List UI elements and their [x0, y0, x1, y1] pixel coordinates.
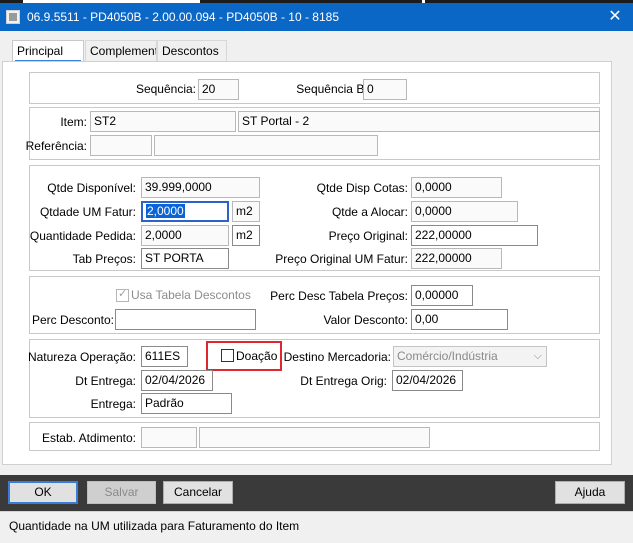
preco-original-um-fatur-label: Preço Original UM Fatur: [275, 252, 408, 266]
natureza-operacao-field[interactable]: 611ES [141, 346, 188, 367]
referencia-desc-field[interactable] [154, 135, 378, 156]
entrega-label: Entrega: [90, 397, 136, 411]
quantidade-pedida-field[interactable]: 2,0000 [141, 225, 229, 246]
perc-desconto-field[interactable] [115, 309, 256, 330]
tab-precos-label: Tab Preços: [72, 252, 136, 266]
tab-descontos[interactable]: Descontos [157, 40, 227, 62]
group-estab: Estab. Atdimento: [29, 422, 600, 451]
destino-mercadoria-label: Destino Mercadoria: [283, 350, 391, 364]
valor-desconto-field[interactable]: 0,00 [411, 309, 508, 330]
estab-atdimento-label: Estab. Atdimento: [41, 431, 136, 445]
sequencia-label: Sequência: [135, 82, 196, 96]
estab-atdimento-code-field[interactable] [141, 427, 197, 448]
close-icon[interactable]: ✕ [597, 3, 633, 31]
status-text: Quantidade na UM utilizada para Faturame… [9, 519, 300, 533]
quantidade-pedida-unit-field[interactable]: m2 [232, 225, 260, 246]
tab-label: Descontos [162, 44, 219, 58]
item-label: Item: [60, 115, 87, 129]
qtde-disp-cotas-label: Qtde Disp Cotas: [316, 181, 408, 195]
tab-label: Complementc [90, 44, 157, 58]
window-title: 06.9.5511 - PD4050B - 2.00.00.094 - PD40… [27, 10, 339, 24]
qtde-a-alocar-label: Qtde a Alocar: [331, 205, 408, 219]
title-bar[interactable]: 06.9.5511 - PD4050B - 2.00.00.094 - PD40… [0, 3, 633, 31]
item-code-field[interactable]: ST2 [90, 111, 236, 132]
right-edge [612, 61, 633, 475]
preco-original-um-fatur-field[interactable]: 222,00000 [411, 248, 502, 269]
valor-desconto-label: Valor Desconto: [323, 313, 409, 327]
entrega-field[interactable]: Padrão [141, 393, 232, 414]
natureza-operacao-label: Natureza Operação: [27, 350, 136, 364]
group-operacao: Natureza Operação: 611ES Doação Destino … [27, 339, 600, 418]
estab-atdimento-desc-field[interactable] [199, 427, 430, 448]
salvar-button[interactable]: Salvar [87, 481, 156, 504]
dt-entrega-field[interactable]: 02/04/2026 [141, 370, 213, 391]
cancelar-button[interactable]: Cancelar [163, 481, 233, 504]
qtde-a-alocar-field[interactable]: 0,0000 [411, 201, 518, 222]
qtdade-um-fatur-value: 2,0000 [146, 204, 185, 218]
dt-entrega-label: Dt Entrega: [75, 374, 136, 388]
referencia-label: Referência: [25, 139, 87, 153]
chevron-down-icon: ⌵ [533, 350, 542, 362]
tab-principal[interactable]: Principal [12, 40, 84, 62]
group-descontos: Usa Tabela Descontos Perc Desc Tabela Pr… [29, 276, 600, 334]
group-item: Item: ST2 ST Portal - 2 Referência: [25, 107, 600, 160]
perc-desc-tabela-label: Perc Desc Tabela Preços: [270, 289, 408, 303]
qtdade-um-fatur-unit-field[interactable]: m2 [232, 201, 260, 222]
qtdade-um-fatur-field[interactable]: 2,0000 [141, 201, 229, 222]
ok-button[interactable]: OK [8, 481, 78, 504]
preco-original-field[interactable]: 222,00000 [411, 225, 538, 246]
status-bar: Quantidade na UM utilizada para Faturame… [0, 511, 633, 543]
quantidade-pedida-label: Quantidade Pedida: [29, 229, 136, 243]
qtde-disponivel-label: Qtde Disponível: [47, 181, 136, 195]
destino-mercadoria-select[interactable]: Comércio/Indústria ⌵ [393, 346, 547, 367]
doacao-checkbox[interactable] [221, 349, 234, 362]
sequencia-bonif-field[interactable]: 0 [363, 79, 407, 100]
destino-mercadoria-value: Comércio/Indústria [397, 349, 498, 363]
qtde-disp-cotas-field[interactable]: 0,0000 [411, 177, 502, 198]
group-sequencia: Sequência: 20 Sequência Bonif: 0 [29, 72, 600, 104]
qtde-disponivel-field[interactable]: 39.999,0000 [141, 177, 260, 198]
tab-label: Principal [17, 44, 64, 58]
referencia-code-field[interactable] [90, 135, 152, 156]
perc-desconto-label: Perc Desconto: [31, 313, 114, 327]
tab-panel-principal: Sequência: 20 Sequência Bonif: 0 Item: S… [2, 61, 612, 465]
ajuda-button[interactable]: Ajuda [555, 481, 625, 504]
sequencia-field[interactable]: 20 [198, 79, 239, 100]
preco-original-label: Preço Original: [328, 229, 408, 243]
perc-desc-tabela-field[interactable]: 0,00000 [411, 285, 473, 306]
usa-tabela-descontos-checkbox[interactable] [116, 287, 129, 302]
item-description-field[interactable]: ST Portal - 2 [238, 111, 600, 132]
qtdade-um-fatur-label: Qtdade UM Fatur: [39, 205, 136, 219]
usa-tabela-descontos-label: Usa Tabela Descontos [131, 288, 251, 302]
doacao-label: Doação [236, 349, 278, 363]
group-quantidades: Qtde Disponível: 39.999,0000 Qtde Disp C… [29, 165, 600, 271]
app-icon [6, 10, 20, 24]
tab-precos-field[interactable]: ST PORTA [141, 248, 229, 269]
tab-complemento[interactable]: Complementc [85, 40, 157, 62]
dt-entrega-orig-label: Dt Entrega Orig: [300, 374, 387, 388]
button-bar: OK Salvar Cancelar Ajuda [0, 475, 633, 511]
dt-entrega-orig-field[interactable]: 02/04/2026 [392, 370, 463, 391]
